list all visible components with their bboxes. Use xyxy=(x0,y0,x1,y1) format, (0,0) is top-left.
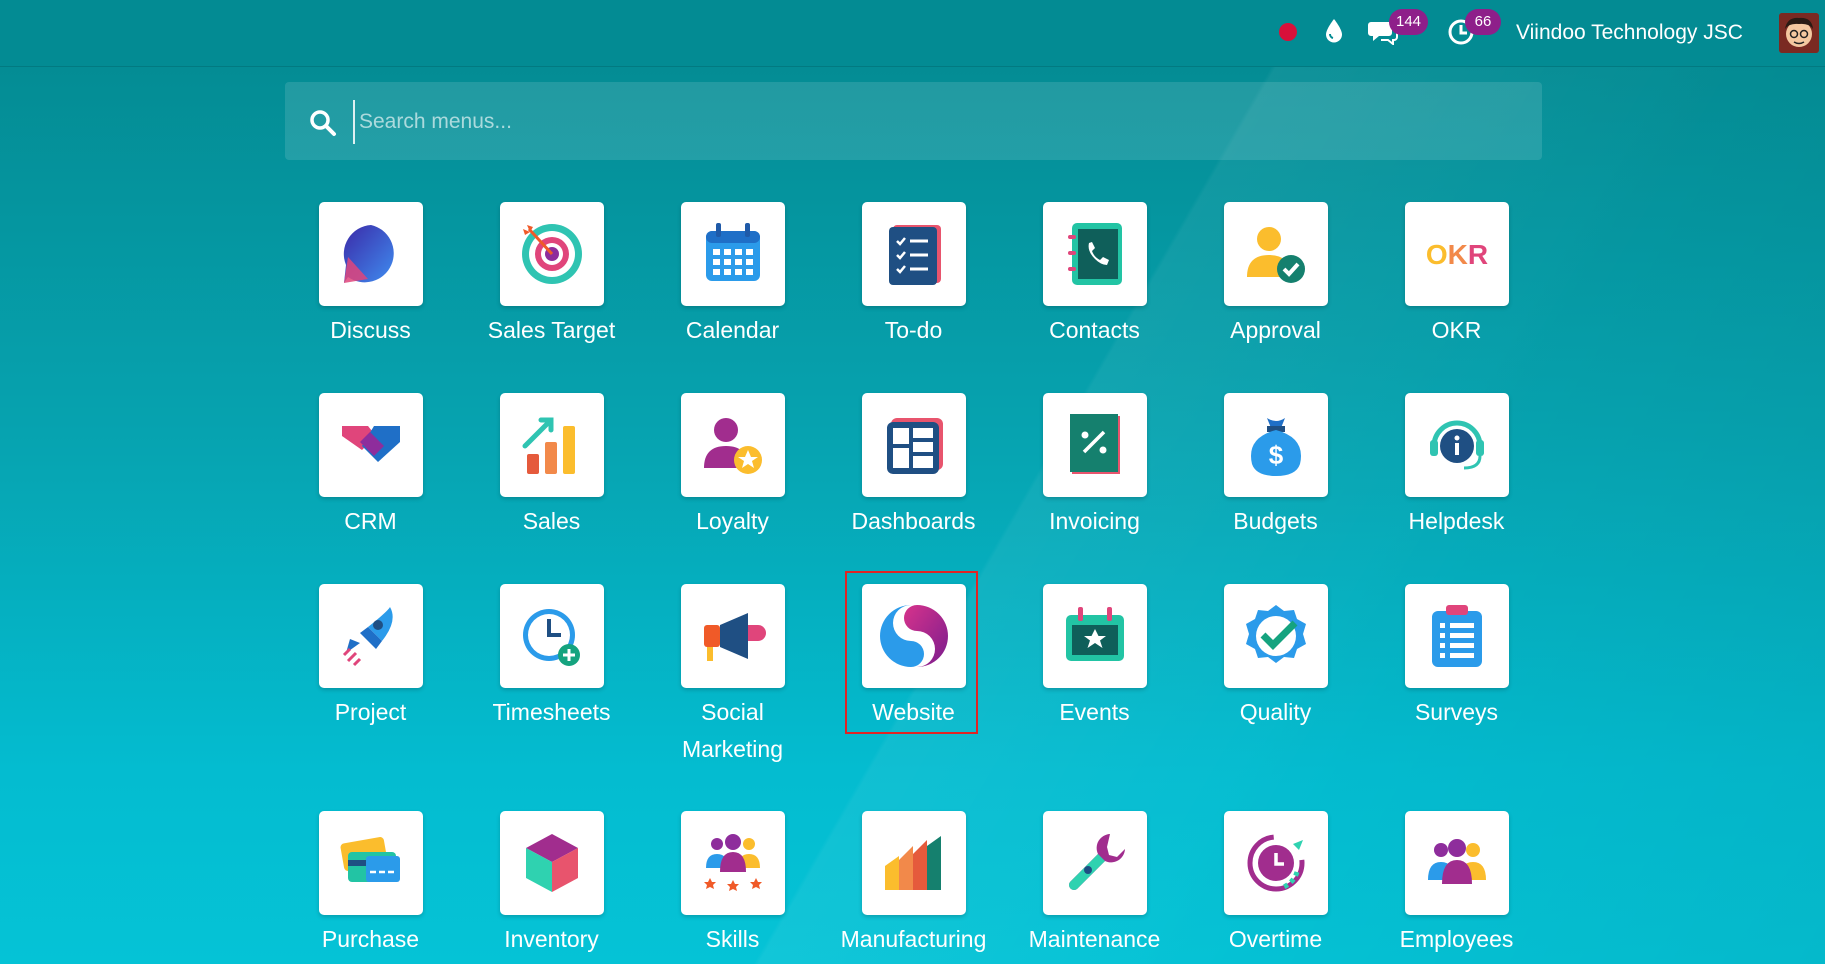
app-label: Approval xyxy=(1230,317,1321,343)
skills-icon[interactable] xyxy=(680,811,785,915)
app-events[interactable]: Events xyxy=(1004,584,1185,731)
app-contacts[interactable]: Contacts xyxy=(1004,202,1185,349)
recording-indicator-icon[interactable] xyxy=(1278,22,1298,42)
overtime-icon[interactable] xyxy=(1223,811,1328,915)
app-label: To-do xyxy=(884,317,943,343)
app-label: Manufacturing xyxy=(840,926,987,952)
app-label: Invoicing xyxy=(1049,508,1140,534)
app-surveys[interactable]: Surveys xyxy=(1366,584,1547,731)
app-employees[interactable]: Employees xyxy=(1366,811,1547,958)
app-label: Dashboards xyxy=(851,508,976,534)
surveys-icon[interactable] xyxy=(1404,584,1509,688)
quality-icon[interactable] xyxy=(1223,584,1328,688)
sales-icon[interactable] xyxy=(499,393,604,497)
app-label: Inventory xyxy=(504,926,599,952)
app-label: CRM xyxy=(344,508,397,534)
events-icon[interactable] xyxy=(1042,584,1147,688)
app-purchase[interactable]: Purchase xyxy=(280,811,461,958)
inventory-icon[interactable] xyxy=(499,811,604,915)
app-timesheets[interactable]: Timesheets xyxy=(461,584,642,731)
app-label: Employees xyxy=(1399,926,1514,952)
loyalty-icon[interactable] xyxy=(680,393,785,497)
app-sales-target[interactable]: Sales Target xyxy=(461,202,642,349)
purchase-icon[interactable] xyxy=(318,811,423,915)
todo-icon[interactable] xyxy=(861,202,966,306)
app-approval[interactable]: Approval xyxy=(1185,202,1366,349)
app-dashboards[interactable]: Dashboards xyxy=(823,393,1004,540)
svg-text:$: $ xyxy=(1268,440,1283,470)
app-social-marketing[interactable]: Social Marketing xyxy=(642,584,823,768)
app-label: Loyalty xyxy=(696,508,769,534)
app-budgets[interactable]: $ Budgets xyxy=(1185,393,1366,540)
app-label: Contacts xyxy=(1049,317,1140,343)
activities-count-badge: 66 xyxy=(1465,9,1501,35)
app-overtime[interactable]: Overtime xyxy=(1185,811,1366,958)
app-label: Timesheets xyxy=(492,699,611,725)
app-manufacturing[interactable]: Manufacturing xyxy=(823,811,1004,958)
app-sales[interactable]: Sales xyxy=(461,393,642,540)
dashboards-icon[interactable] xyxy=(861,393,966,497)
social-marketing-icon[interactable] xyxy=(680,584,785,688)
app-label: Project xyxy=(334,699,407,725)
timesheets-icon[interactable] xyxy=(499,584,604,688)
contacts-icon[interactable] xyxy=(1042,202,1147,306)
app-to-do[interactable]: To-do xyxy=(823,202,1004,349)
app-okr[interactable]: OKR OKR xyxy=(1366,202,1547,349)
search-menus-input[interactable] xyxy=(353,100,1511,144)
manufacturing-icon[interactable] xyxy=(861,811,966,915)
user-avatar[interactable] xyxy=(1779,13,1819,53)
approval-icon[interactable] xyxy=(1223,202,1328,306)
project-icon[interactable] xyxy=(318,584,423,688)
app-label: OKR xyxy=(1431,317,1482,343)
app-label: Calendar xyxy=(685,317,780,343)
app-label: Social Marketing xyxy=(682,699,783,762)
selection-highlight xyxy=(845,571,978,734)
app-label: Maintenance xyxy=(1028,926,1161,952)
search-icon xyxy=(308,108,338,138)
svg-text:OKR: OKR xyxy=(1425,239,1487,270)
app-skills[interactable]: Skills xyxy=(642,811,823,958)
app-label: Discuss xyxy=(330,317,411,343)
crm-icon[interactable] xyxy=(318,393,423,497)
budgets-icon[interactable]: $ xyxy=(1223,393,1328,497)
app-label: Sales Target xyxy=(487,317,616,343)
app-label: Overtime xyxy=(1228,926,1323,952)
app-label: Skills xyxy=(705,926,760,952)
app-label: Quality xyxy=(1239,699,1312,725)
discuss-icon[interactable] xyxy=(318,202,423,306)
top-navbar: 144 66 Viindoo Technology JSC xyxy=(0,0,1825,67)
app-crm[interactable]: CRM xyxy=(280,393,461,540)
app-maintenance[interactable]: Maintenance xyxy=(1004,811,1185,958)
app-label: Helpdesk xyxy=(1408,508,1505,534)
app-quality[interactable]: Quality xyxy=(1185,584,1366,731)
sales-target-icon[interactable] xyxy=(499,202,604,306)
menu-search-bar xyxy=(285,82,1542,160)
app-label: Purchase xyxy=(321,926,420,952)
company-switcher[interactable]: Viindoo Technology JSC xyxy=(1516,18,1743,48)
app-invoicing[interactable]: Invoicing xyxy=(1004,393,1185,540)
helpdesk-icon[interactable] xyxy=(1404,393,1509,497)
app-helpdesk[interactable]: Helpdesk xyxy=(1366,393,1547,540)
app-label: Events xyxy=(1059,699,1130,725)
messages-count-badge: 144 xyxy=(1389,9,1429,35)
app-loyalty[interactable]: Loyalty xyxy=(642,393,823,540)
app-label: Surveys xyxy=(1414,699,1499,725)
app-project[interactable]: Project xyxy=(280,584,461,731)
app-calendar[interactable]: Calendar xyxy=(642,202,823,349)
maintenance-icon[interactable] xyxy=(1042,811,1147,915)
invoicing-icon[interactable] xyxy=(1042,393,1147,497)
okr-icon[interactable]: OKR xyxy=(1404,202,1509,306)
employees-icon[interactable] xyxy=(1404,811,1509,915)
app-label: Budgets xyxy=(1233,508,1318,534)
app-inventory[interactable]: Inventory xyxy=(461,811,642,958)
theme-drop-icon[interactable] xyxy=(1322,16,1346,46)
app-label: Sales xyxy=(522,508,581,534)
calendar-icon[interactable] xyxy=(680,202,785,306)
app-discuss[interactable]: Discuss xyxy=(280,202,461,349)
